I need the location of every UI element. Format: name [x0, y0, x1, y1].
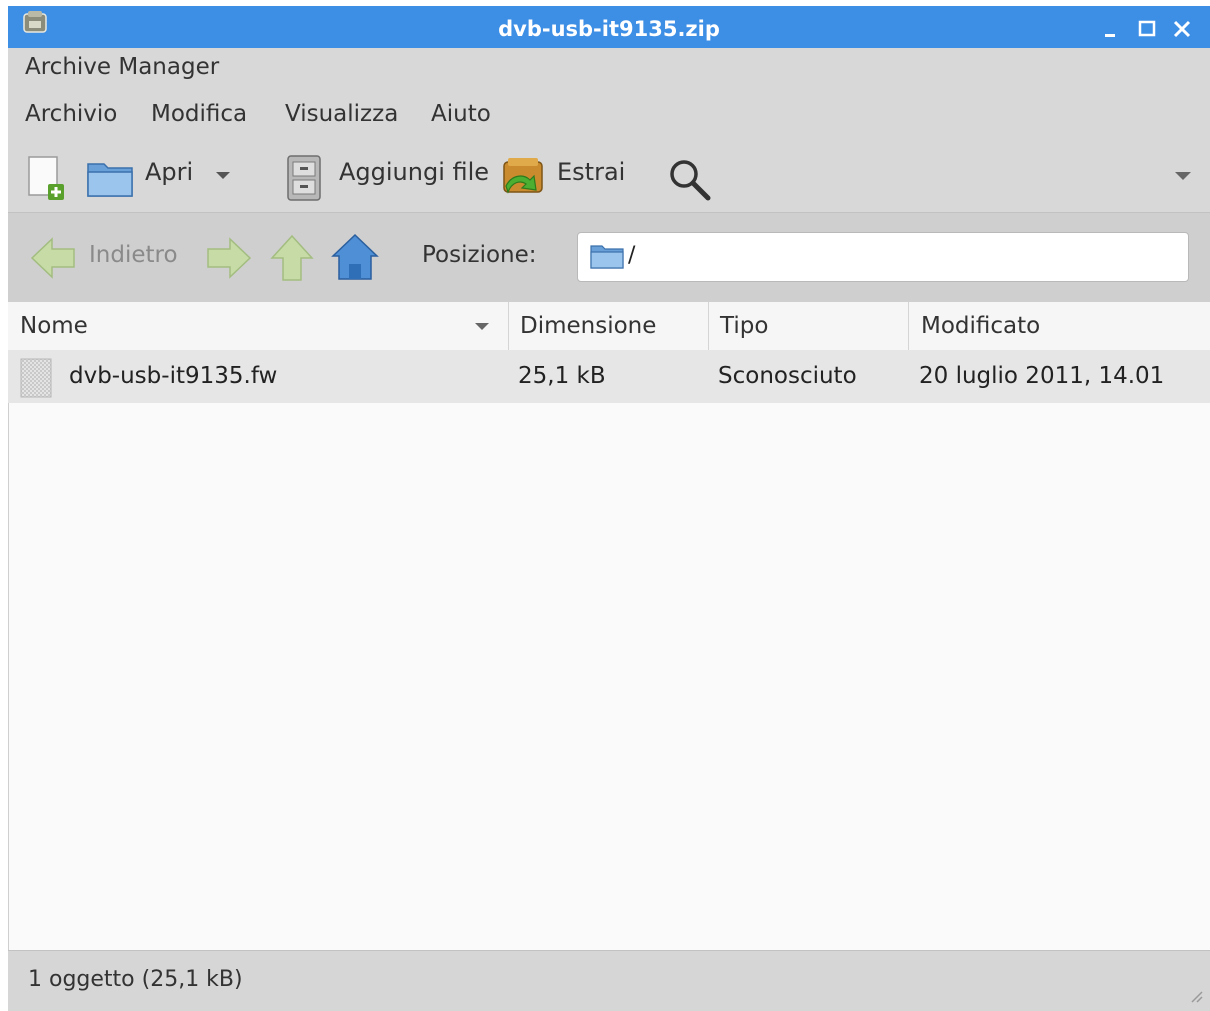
- location-path: /: [628, 243, 636, 268]
- column-separator[interactable]: [708, 302, 709, 350]
- resize-grip-icon[interactable]: [1188, 988, 1204, 1004]
- menu-modifica[interactable]: Modifica: [151, 101, 247, 127]
- file-list[interactable]: [8, 350, 1210, 950]
- new-archive-icon[interactable]: [26, 154, 72, 204]
- home-icon[interactable]: [330, 232, 380, 282]
- column-header-type[interactable]: Tipo: [720, 302, 768, 350]
- close-icon[interactable]: [1171, 18, 1193, 40]
- window-title: dvb-usb-it9135.zip: [498, 17, 720, 41]
- back-arrow-icon[interactable]: [30, 235, 78, 281]
- open-folder-icon[interactable]: [86, 158, 134, 198]
- column-header-modified[interactable]: Modificato: [921, 302, 1040, 350]
- column-header-name[interactable]: Nome: [20, 302, 88, 350]
- sort-arrow-icon[interactable]: [472, 320, 492, 332]
- unknown-file-icon: [20, 358, 52, 398]
- status-text: 1 oggetto (25,1 kB): [28, 967, 243, 992]
- add-files-button-label[interactable]: Aggiungi file: [339, 158, 489, 186]
- file-name-cell: dvb-usb-it9135.fw: [69, 363, 278, 389]
- maximize-icon[interactable]: [1136, 18, 1158, 40]
- open-button-label[interactable]: Apri: [145, 158, 193, 186]
- column-header-size[interactable]: Dimensione: [520, 302, 656, 350]
- menu-archivio[interactable]: Archivio: [25, 101, 117, 127]
- add-files-icon[interactable]: [284, 154, 324, 202]
- file-size-cell: 25,1 kB: [518, 363, 606, 389]
- location-field[interactable]: /: [577, 232, 1189, 282]
- column-separator[interactable]: [508, 302, 509, 350]
- search-icon[interactable]: [666, 156, 714, 202]
- app-name-label: Archive Manager: [25, 54, 220, 80]
- open-dropdown-arrow-icon[interactable]: [213, 168, 233, 182]
- folder-icon: [590, 245, 624, 269]
- menu-aiuto[interactable]: Aiuto: [431, 101, 491, 127]
- location-label: Posizione:: [422, 242, 537, 268]
- toolbar-overflow-arrow-icon[interactable]: [1172, 168, 1194, 182]
- archive-manager-window: dvb-usb-it9135.zip Archive Manager Archi…: [8, 6, 1210, 1011]
- forward-arrow-icon[interactable]: [204, 235, 252, 281]
- up-arrow-icon[interactable]: [270, 234, 314, 282]
- file-modified-cell: 20 luglio 2011, 14.01: [919, 363, 1165, 389]
- column-separator[interactable]: [908, 302, 909, 350]
- title-bar[interactable]: dvb-usb-it9135.zip: [8, 6, 1210, 48]
- back-button-label[interactable]: Indietro: [89, 242, 178, 268]
- extract-button-label[interactable]: Estrai: [557, 158, 625, 186]
- extract-icon[interactable]: [498, 156, 548, 202]
- file-type-cell: Sconosciuto: [718, 363, 857, 389]
- menu-visualizza[interactable]: Visualizza: [285, 101, 398, 127]
- minimize-icon[interactable]: [1100, 18, 1122, 40]
